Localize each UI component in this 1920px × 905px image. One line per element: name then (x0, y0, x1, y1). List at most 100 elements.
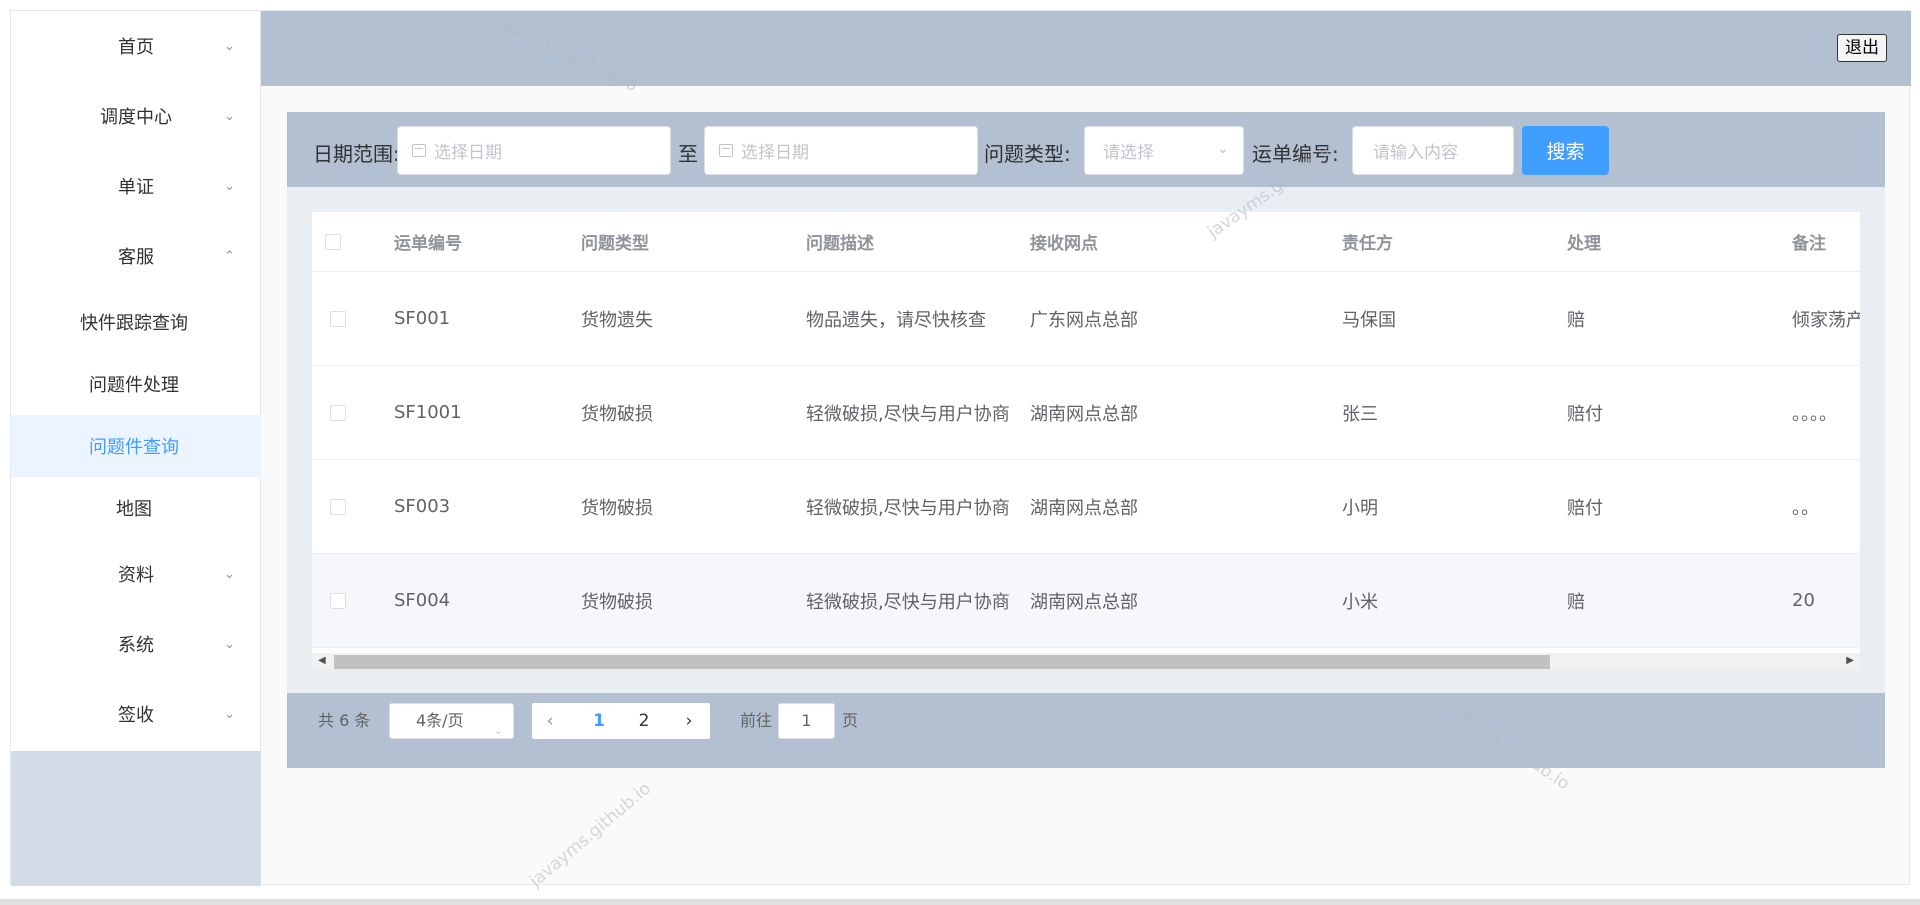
branch-cell: 广东网点总部 (1030, 309, 1138, 331)
sidebar: 首页 ⌄ 调度中心 ⌄ 单证 ⌄ 客服 ⌃ 快件跟踪查询 问题件处理 问题件查询… (11, 11, 261, 886)
goto-page-input[interactable]: 1 (778, 703, 835, 739)
row-checkbox[interactable] (330, 460, 346, 553)
waybill-cell: SF003 (394, 496, 451, 517)
scrollbar-thumb[interactable] (334, 655, 1550, 669)
problem-type-placeholder: 请选择 (1103, 143, 1154, 163)
calendar-icon (719, 144, 733, 157)
column-header: 运单编号 (394, 234, 462, 254)
search-button[interactable]: 搜索 (1522, 126, 1609, 175)
table-row: SF004 货物破损 轻微破损,尽快与用户协商 湖南网点总部 小米 赔 20 (312, 554, 1860, 648)
row-checkbox[interactable] (330, 272, 346, 365)
page-size-select[interactable]: 4条/页 ⌄ (389, 703, 514, 739)
start-date-picker[interactable]: 选择日期 (397, 126, 671, 175)
remark-cell: 倾家荡产 (1792, 309, 1860, 331)
branch-cell: 湖南网点总部 (1030, 591, 1138, 613)
sidebar-item-system[interactable]: 系统 ⌄ (11, 609, 261, 679)
table-header-row: 运单编号 问题类型 问题描述 接收网点 责任方 处理 备注 (312, 212, 1860, 272)
responsible-cell: 小米 (1342, 591, 1378, 613)
description-cell: 轻微破损,尽快与用户协商 (806, 403, 1010, 425)
sidebar-item-map[interactable]: 地图 (11, 477, 261, 539)
table-row: SF001 货物遗失 物品遗失，请尽快核查 广东网点总部 马保国 赔 倾家荡产 (312, 272, 1860, 366)
sidebar-item-label: 地图 (116, 499, 152, 520)
problem-table: 运单编号 问题类型 问题描述 接收网点 责任方 处理 备注 SF001 货物遗失… (312, 212, 1860, 669)
select-all-checkbox[interactable] (325, 212, 341, 271)
sidebar-item-customer-service[interactable]: 客服 ⌃ (11, 221, 261, 291)
sidebar-item-label: 问题件查询 (89, 437, 179, 458)
waybill-cell: SF001 (394, 308, 451, 329)
description-cell: 物品遗失，请尽快核查 (806, 309, 986, 331)
responsible-cell: 张三 (1342, 403, 1378, 425)
sidebar-item-label: 问题件处理 (89, 375, 179, 396)
responsible-cell: 马保国 (1342, 309, 1396, 331)
column-header: 责任方 (1342, 234, 1393, 254)
chevron-down-icon: ⌄ (224, 178, 235, 194)
total-count: 共 6 条 (318, 711, 371, 730)
table-row: SF1001 货物破损 轻微破损,尽快与用户协商 湖南网点总部 张三 赔付 。。… (312, 366, 1860, 460)
page-size-value: 4条/页 (416, 711, 464, 730)
column-header: 处理 (1567, 234, 1601, 254)
date-range-label: 日期范围: (313, 142, 400, 166)
sidebar-item-problem-handling[interactable]: 问题件处理 (11, 353, 261, 415)
page-2-button[interactable]: 2 (629, 703, 659, 739)
search-form: 日期范围: 选择日期 至 选择日期 问题类型: 请选择 ⌄ 运单编号: 请输入内… (287, 112, 1885, 187)
page-unit-label: 页 (842, 711, 859, 730)
calendar-icon (412, 144, 426, 157)
sidebar-item-documents[interactable]: 单证 ⌄ (11, 151, 261, 221)
row-checkbox[interactable] (330, 366, 346, 459)
sidebar-item-data[interactable]: 资料 ⌄ (11, 539, 261, 609)
table-row: SF003 货物破损 轻微破损,尽快与用户协商 湖南网点总部 小明 赔付 。。 (312, 460, 1860, 554)
sidebar-item-problem-query[interactable]: 问题件查询 (11, 415, 261, 477)
description-cell: 轻微破损,尽快与用户协商 (806, 591, 1010, 613)
handling-cell: 赔付 (1567, 497, 1603, 519)
waybill-cell: SF1001 (394, 402, 462, 423)
sidebar-item-dispatch-center[interactable]: 调度中心 ⌄ (11, 81, 261, 151)
problem-type-select[interactable]: 请选择 ⌄ (1084, 126, 1244, 175)
handling-cell: 赔付 (1567, 403, 1603, 425)
start-date-placeholder: 选择日期 (434, 143, 502, 163)
row-checkbox[interactable] (330, 554, 346, 647)
sidebar-menu: 首页 ⌄ 调度中心 ⌄ 单证 ⌄ 客服 ⌃ 快件跟踪查询 问题件处理 问题件查询… (11, 11, 261, 751)
sidebar-item-tracking-query[interactable]: 快件跟踪查询 (11, 291, 261, 353)
top-header: 退出 (261, 11, 1911, 86)
waybill-label: 运单编号: (1252, 142, 1339, 166)
prev-page-button[interactable]: ‹ (535, 703, 565, 739)
table-container: 运单编号 问题类型 问题描述 接收网点 责任方 处理 备注 SF001 货物遗失… (287, 187, 1885, 693)
responsible-cell: 小明 (1342, 497, 1378, 519)
chevron-down-icon: ⌄ (224, 636, 235, 652)
chevron-down-icon: ⌄ (224, 566, 235, 582)
pagination: 共 6 条 4条/页 ⌄ ‹ 1 2 › 前往 1 页 (287, 693, 1885, 768)
sidebar-item-home[interactable]: 首页 ⌄ (11, 11, 261, 81)
chevron-down-icon: ⌄ (224, 706, 235, 722)
scroll-right-arrow-icon[interactable]: ▶ (1846, 653, 1854, 669)
goto-label: 前往 (740, 711, 773, 730)
handling-cell: 赔 (1567, 591, 1585, 613)
description-cell: 轻微破损,尽快与用户协商 (806, 497, 1010, 519)
remark-cell: 20 (1792, 590, 1815, 611)
end-date-picker[interactable]: 选择日期 (704, 126, 978, 175)
page-1-button[interactable]: 1 (584, 703, 614, 739)
waybill-cell: SF004 (394, 590, 451, 611)
column-header: 接收网点 (1030, 234, 1098, 254)
next-page-button[interactable]: › (674, 703, 704, 739)
logout-button[interactable]: 退出 (1837, 34, 1887, 62)
chevron-down-icon: ⌄ (493, 724, 503, 737)
branch-cell: 湖南网点总部 (1030, 403, 1138, 425)
type-cell: 货物破损 (581, 591, 653, 613)
end-date-placeholder: 选择日期 (741, 143, 809, 163)
scroll-left-arrow-icon[interactable]: ◀ (318, 653, 326, 669)
sidebar-item-label: 快件跟踪查询 (80, 313, 188, 334)
chevron-up-icon: ⌃ (224, 248, 235, 264)
column-header: 备注 (1792, 234, 1826, 254)
horizontal-scrollbar[interactable]: ◀ ▶ (312, 653, 1860, 669)
handling-cell: 赔 (1567, 309, 1585, 331)
date-range-separator: 至 (678, 142, 698, 166)
chevron-down-icon: ⌄ (1217, 141, 1229, 157)
column-header: 问题类型 (581, 234, 649, 254)
waybill-input[interactable]: 请输入内容 (1352, 126, 1514, 175)
remark-cell: 。。。。 (1792, 403, 1837, 425)
chevron-down-icon: ⌄ (224, 108, 235, 124)
sidebar-item-sign[interactable]: 签收 ⌄ (11, 679, 261, 749)
pager-buttons: ‹ 1 2 › (532, 703, 710, 739)
type-cell: 货物遗失 (581, 309, 653, 331)
type-cell: 货物破损 (581, 403, 653, 425)
